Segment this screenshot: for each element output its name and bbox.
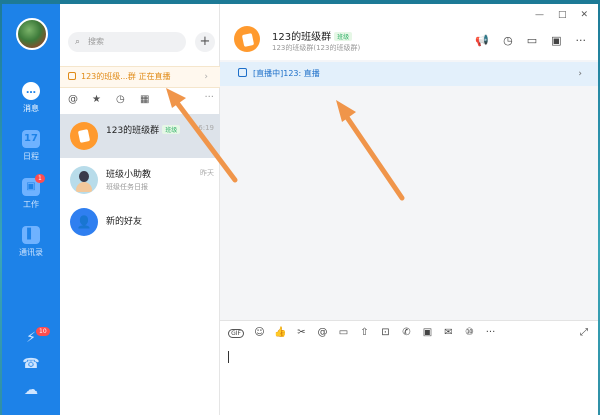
live-status-bar[interactable]: [直播中]123: 直播 › [220,62,598,86]
add-friend-icon: 👤 [70,208,98,236]
rail-item-contacts[interactable]: ▌ 通讯录 [2,226,60,258]
class-tag: 班级 [334,32,353,41]
more-icon[interactable]: ··· [480,327,501,338]
chat-group-avatar[interactable] [234,26,260,52]
more-icon[interactable]: ··· [204,92,214,103]
gif-icon[interactable]: GIF [228,329,244,338]
assistant-avatar [70,166,98,194]
class-tag: 班级 [162,125,181,134]
close-icon[interactable]: ✕ [580,10,588,20]
star-filter-icon[interactable]: ★ [92,94,116,105]
doc-filter-icon[interactable]: ▦ [140,94,164,105]
window-controls: — □ ✕ [521,10,588,20]
chat-header: — □ ✕ 123的班级群 班级 123的班级群(123的班级群) 📢 ◷ ▭ ▣ ··· [220,4,598,60]
screen-icon[interactable]: ⊡ [375,327,396,338]
live-video-icon[interactable]: ▣ [551,34,561,47]
upload-icon[interactable]: ⇧ [354,327,375,338]
conversation-preview: 班级任务日报 [106,183,148,191]
conversation-name: 123的班级群 班级 [106,123,181,136]
conversation-name: 班级小助教 [106,170,152,180]
clock-filter-icon[interactable]: ◷ [116,94,140,105]
message-composer: GIF ☺ 👍 ✂ @ ▭ ⇧ ⊡ ✆ ▣ ✉ ⑩ ··· ⤢ [220,320,598,415]
filter-row: @ ★ ◷ ▦ ··· [68,92,218,110]
mention-filter-icon[interactable]: @ [68,94,92,105]
rail-phone[interactable]: ☎ [2,356,60,372]
history-icon[interactable]: ◷ [503,34,513,47]
contacts-icon: ▌ [22,226,40,244]
expand-icon[interactable]: ⤢ [580,327,588,338]
user-avatar[interactable] [16,18,48,50]
like-icon[interactable]: 👍 [270,327,291,338]
search-row: ⌕ 搜索 + [68,32,216,52]
conversation-list: ⌕ 搜索 + 123的班级...群 正在直播 › @ ★ ◷ ▦ ··· 123的班级… [60,4,220,415]
chat-panel: — □ ✕ 123的班级群 班级 123的班级群(123的班级群) 📢 ◷ ▭ ▣ ··· [… [220,4,598,415]
chat-icon: … [22,82,40,100]
emoji-icon[interactable]: ☺ [249,327,270,338]
number-icon[interactable]: ⑩ [459,327,480,338]
rail-item-messages[interactable]: … 消息 [2,82,60,114]
chat-title: 123的班级群 班级 [272,28,353,43]
conversation-item[interactable]: 班级小助教 班级任务日报 昨天 [60,158,220,202]
call-icon[interactable]: ✆ [396,327,417,338]
lightning-badge: 10 [36,327,50,336]
conversation-item[interactable]: 123的班级群 班级 16:19 [60,114,220,158]
more-icon[interactable]: ··· [576,34,587,47]
mention-icon[interactable]: @ [312,327,333,338]
lightning-icon: ⚡ [26,330,36,346]
live-banner-text: 123的班级...群 正在直播 [81,72,171,81]
conversation-item[interactable]: 👤 新的好友 [60,200,220,244]
phone-icon: ☎ [22,356,40,372]
live-icon [238,68,247,77]
composer-toolbar: GIF ☺ 👍 ✂ @ ▭ ⇧ ⊡ ✆ ▣ ✉ ⑩ ··· [228,327,501,338]
group-avatar [70,122,98,150]
rail-cloud[interactable]: ☁ [2,382,60,398]
app-window: … 消息 17 日程 ▣ 1 工作 ▌ 通讯录 ⚡ 10 ☎ ☁ ⌕ 搜索 + … [2,4,598,415]
announcement-icon[interactable]: 📢 [475,34,489,47]
rail-item-label: 日程 [23,152,39,161]
conversation-time: 16:19 [193,124,214,132]
live-video-icon[interactable]: ▣ [417,327,438,338]
scissors-icon[interactable]: ✂ [291,327,312,338]
chat-subtitle: 123的班级群(123的班级群) [272,44,361,52]
search-input[interactable]: ⌕ 搜索 [68,32,186,52]
live-status-text: [直播中]123: 直播 [253,69,320,78]
work-badge: 1 [35,174,45,183]
mail-icon[interactable]: ✉ [438,327,459,338]
rail-item-calendar[interactable]: 17 日程 [2,130,60,162]
header-toolbar: 📢 ◷ ▭ ▣ ··· [461,34,586,47]
chevron-right-icon: › [578,69,582,79]
search-placeholder: 搜索 [88,37,104,46]
rail-item-work[interactable]: ▣ 1 工作 [2,174,60,210]
live-banner[interactable]: 123的班级...群 正在直播 › [60,66,220,88]
minimize-icon[interactable]: — [535,10,544,20]
add-button[interactable]: + [195,32,215,52]
cloud-icon: ☁ [24,382,38,398]
calendar-icon: 17 [22,130,40,148]
rail-lightning[interactable]: ⚡ 10 [2,327,60,346]
search-icon: ⌕ [75,37,81,47]
rail-item-label: 工作 [23,200,39,209]
folder-icon[interactable]: ▭ [527,34,537,47]
chevron-right-icon: › [204,72,208,82]
conversation-time: 昨天 [200,169,214,177]
text-cursor[interactable] [228,351,229,363]
live-icon [68,72,76,80]
rail-item-label: 消息 [23,104,39,113]
conversation-name: 新的好友 [106,217,143,227]
left-rail: … 消息 17 日程 ▣ 1 工作 ▌ 通讯录 ⚡ 10 ☎ ☁ [2,4,60,415]
rail-item-label: 通讯录 [19,248,43,257]
folder-icon[interactable]: ▭ [333,327,354,338]
maximize-icon[interactable]: □ [558,10,567,20]
